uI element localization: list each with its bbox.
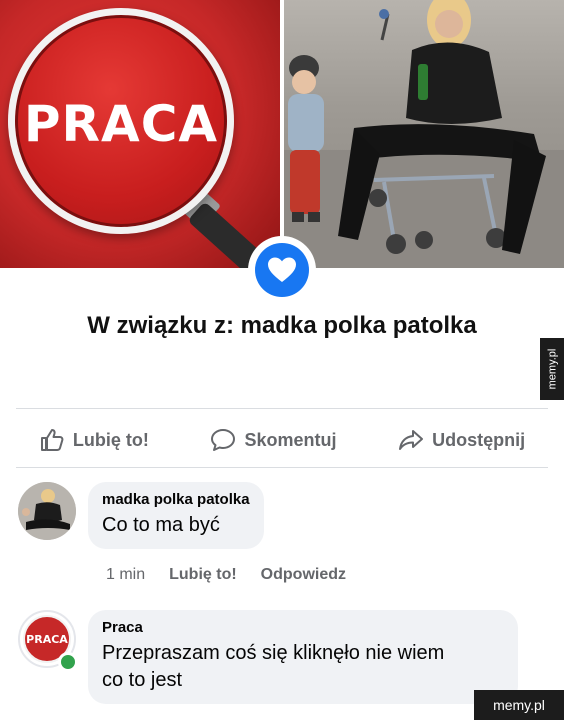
partner-cover-photo [284, 0, 564, 268]
praca-logo-text: PRACA [23, 95, 219, 153]
thumbs-up-icon [40, 429, 64, 451]
avatar-photo [18, 482, 76, 540]
comment-timestamp[interactable]: 1 min [106, 566, 145, 584]
comment-author[interactable]: Praca [102, 619, 504, 636]
online-status-dot [58, 652, 78, 672]
cover-banner: PRACA [0, 0, 564, 268]
post-action-bar: Lubię to! Skomentuj Udostępnij [0, 420, 564, 460]
heart-icon [268, 257, 296, 282]
comment-text: Co to ma być [102, 514, 220, 536]
comment-item: PRACA Praca Przepraszam coś się kliknęło… [18, 610, 518, 704]
comment-reply-link[interactable]: Odpowiedz [261, 566, 346, 584]
relationship-status: W związku z: madka polka patolka [0, 312, 564, 340]
praca-cover-image: PRACA [0, 0, 280, 268]
share-label: Udostępnij [432, 429, 526, 450]
like-button[interactable]: Lubię to! [39, 427, 149, 453]
share-button[interactable]: Udostępnij [398, 427, 525, 453]
photo-illustration [284, 0, 564, 268]
comment-bubble: Praca Przepraszam coś się kliknęło nie w… [88, 610, 518, 704]
avatar[interactable] [18, 482, 76, 540]
avatar-logo-text: PRACA [26, 632, 68, 646]
relationship-badge [248, 236, 316, 304]
comment-author[interactable]: madka polka patolka [102, 491, 250, 508]
comment-text-line-1: Przepraszam coś się kliknęło nie wiem [102, 642, 445, 664]
corner-watermark: memy.pl [474, 690, 564, 720]
comment-meta: 1 min Lubię to! Odpowiedz [106, 566, 346, 584]
divider-top [16, 408, 548, 409]
share-arrow-icon [399, 430, 424, 450]
divider-bottom [16, 467, 548, 468]
heart-badge-circle [255, 243, 309, 297]
like-label: Lubię to! [72, 429, 149, 450]
relationship-partner-name[interactable]: madka polka patolka [241, 312, 477, 339]
comment-item: madka polka patolka Co to ma być [18, 482, 264, 549]
relationship-prefix: W związku z: [87, 312, 234, 339]
comment-like-link[interactable]: Lubię to! [169, 566, 237, 584]
comment-button[interactable]: Skomentuj [210, 427, 336, 453]
side-watermark-text: memy.pl [546, 348, 558, 390]
comment-bubble-icon [211, 429, 236, 451]
comment-text-line-2: co to jest [102, 669, 183, 691]
comment-bubble: madka polka patolka Co to ma być [88, 482, 264, 549]
corner-watermark-text: memy.pl [493, 697, 545, 713]
comment-label: Skomentuj [244, 429, 337, 450]
side-watermark: memy.pl [540, 338, 564, 400]
magnifier-lens: PRACA [8, 8, 234, 234]
